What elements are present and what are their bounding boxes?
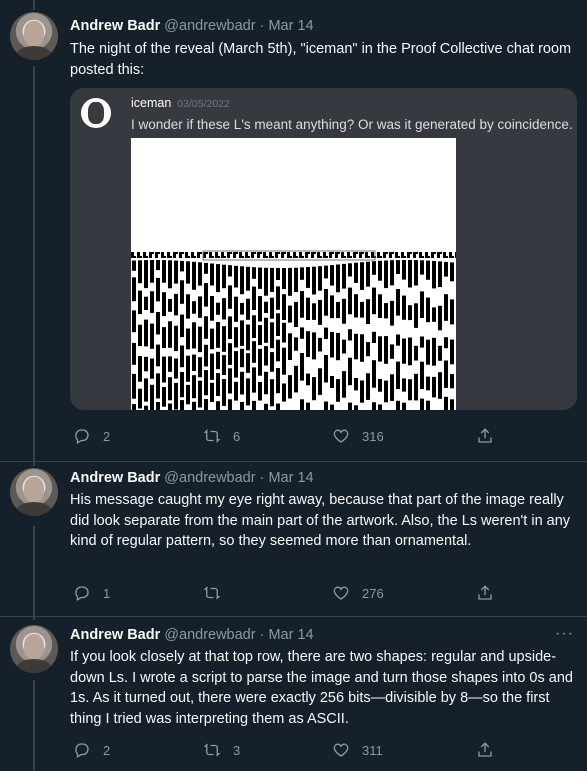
tweet-date[interactable]: · Mar 14	[260, 470, 314, 486]
retweet-icon	[203, 586, 221, 600]
tweet-image[interactable]: iceman 03/05/2022 I wonder if these L's m…	[70, 88, 577, 410]
like-count: 311	[362, 742, 383, 758]
like-icon	[333, 743, 349, 757]
tweet-date[interactable]: · Mar 14	[260, 627, 314, 643]
reply-icon	[75, 743, 89, 758]
like-button[interactable]: 311	[332, 741, 383, 759]
author-name[interactable]: Andrew Badr	[70, 18, 160, 34]
like-button[interactable]: 276	[332, 584, 384, 602]
chat-avatar	[81, 98, 111, 128]
like-count: 316	[362, 428, 384, 444]
artwork-image	[131, 138, 456, 410]
reply-count: 2	[103, 428, 111, 444]
author-handle[interactable]: @andrewbadr	[164, 18, 255, 34]
avatar[interactable]	[10, 12, 58, 60]
tweet-actions: 2 6 316	[70, 427, 510, 447]
retweet-count: 3	[233, 742, 241, 758]
reply-button[interactable]: 2	[73, 741, 110, 759]
share-button[interactable]	[476, 584, 506, 602]
author-name[interactable]: Andrew Badr	[70, 627, 160, 643]
tweet[interactable]: Andrew Badr @andrewbadr · Mar 14 His mes…	[0, 462, 587, 612]
author-handle[interactable]: @andrewbadr	[164, 627, 255, 643]
reply-icon	[75, 586, 89, 601]
tweet-header: Andrew Badr @andrewbadr · Mar 14	[70, 18, 314, 34]
like-icon	[333, 429, 349, 443]
tweet-date[interactable]: · Mar 14	[260, 18, 314, 34]
retweet-icon	[203, 429, 221, 443]
reply-count: 2	[103, 742, 111, 758]
avatar[interactable]	[10, 468, 58, 516]
reply-button[interactable]: 2	[73, 427, 110, 445]
chat-date: 03/05/2022	[177, 98, 230, 110]
share-icon	[478, 428, 492, 443]
tweet-actions: 2 3 311	[70, 741, 510, 761]
tweet-header: Andrew Badr @andrewbadr · Mar 14	[70, 470, 314, 486]
author-handle[interactable]: @andrewbadr	[164, 470, 255, 486]
tweet-text: If you look closely at that top row, the…	[70, 649, 573, 727]
reply-icon	[75, 429, 89, 444]
tweet[interactable]: Andrew Badr @andrewbadr · Mar 14 ··· If …	[0, 617, 587, 771]
author-name[interactable]: Andrew Badr	[70, 470, 160, 486]
like-count: 276	[362, 585, 384, 601]
chat-message: I wonder if these L's meant anything? Or…	[131, 117, 573, 132]
like-button[interactable]: 316	[332, 427, 384, 445]
tweet-text: His message caught my eye right away, be…	[70, 492, 571, 549]
share-icon	[478, 742, 492, 757]
retweet-button[interactable]: 3	[203, 741, 240, 759]
tweet-header: Andrew Badr @andrewbadr · Mar 14	[70, 627, 314, 643]
retweet-button[interactable]: 6	[203, 427, 240, 445]
tweet-actions: 1 276	[70, 584, 510, 604]
retweet-count: 6	[233, 428, 241, 444]
more-icon[interactable]: ···	[555, 625, 574, 643]
like-icon	[333, 586, 349, 600]
retweet-button[interactable]	[203, 584, 233, 602]
tweet-text: The night of the reveal (March 5th), "ic…	[70, 41, 572, 78]
chat-username: iceman 03/05/2022	[131, 96, 230, 110]
share-icon	[478, 585, 492, 600]
share-button[interactable]	[476, 741, 506, 759]
reply-count: 1	[103, 585, 111, 601]
share-button[interactable]	[476, 427, 506, 445]
avatar[interactable]	[10, 625, 58, 673]
tweet[interactable]: Andrew Badr @andrewbadr · Mar 14 The nig…	[0, 0, 587, 460]
retweet-icon	[203, 743, 221, 757]
reply-button[interactable]: 1	[73, 584, 110, 602]
